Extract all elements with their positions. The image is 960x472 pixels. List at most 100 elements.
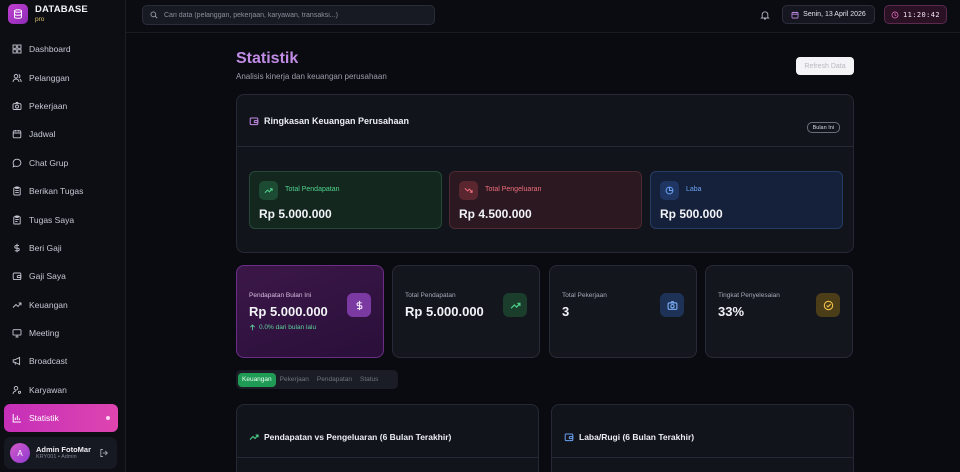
calendar-icon <box>12 130 22 139</box>
sidebar-item-pelanggan[interactable]: Pelanggan <box>0 63 126 91</box>
clipboard-icon <box>13 186 21 196</box>
income-card: Total Pendapatan Rp 5.000.000 <box>249 171 442 229</box>
wallet-icon <box>249 117 259 125</box>
sidebar-item-keuangan[interactable]: Keuangan <box>0 291 126 319</box>
brand[interactable]: DATABASE pro <box>8 3 88 25</box>
sidebar-item-label: Pelanggan <box>29 72 70 83</box>
user-cog-icon <box>12 385 22 394</box>
user-card[interactable]: A Admin FotoMar KRY001 • Admin <box>4 437 117 469</box>
profit-label: Laba <box>686 186 702 193</box>
tab-keuangan[interactable]: Keuangan <box>238 372 276 387</box>
sidebar-item-label: Pekerjaan <box>29 100 68 111</box>
sidebar-item-label: Dashboard <box>29 44 71 55</box>
sidebar-item-label: Keuangan <box>29 299 68 310</box>
date-display: Senin, 13 April 2026 <box>782 5 875 24</box>
sidebar-item-dashboard[interactable]: Dashboard <box>0 35 126 63</box>
user-role: KRY001 • Admin <box>36 454 77 461</box>
chart-title-text: Laba/Rugi (6 Bulan Terakhir) <box>579 432 695 442</box>
check-circle-icon <box>816 293 840 317</box>
date-text: Senin, 13 April 2026 <box>803 11 866 18</box>
tab-status[interactable]: Status <box>356 373 382 387</box>
sidebar-item-pekerjaan[interactable]: Pekerjaan <box>0 92 126 120</box>
users-icon <box>12 73 22 82</box>
income-value: Rp 5.000.000 <box>259 207 332 221</box>
trend-down-icon <box>459 181 478 200</box>
expense-value: Rp 4.500.000 <box>459 207 532 221</box>
completion-rate-card: Tingkat Penyelesaian 33% <box>705 265 853 358</box>
stats-tabs: Keuangan Pekerjaan Pendapatan Status <box>236 370 398 389</box>
total-jobs-card: Total Pekerjaan 3 <box>549 265 697 358</box>
sidebar-item-label: Meeting <box>29 328 60 339</box>
trend-up-icon <box>503 293 527 317</box>
wallet-icon <box>564 433 574 442</box>
growth-text: 0.0% dari bulan lalu <box>259 324 317 331</box>
total-jobs-label: Total Pekerjaan <box>562 292 607 299</box>
sidebar-item-chat-grup[interactable]: Chat Grup <box>0 149 126 177</box>
avatar: A <box>10 443 30 463</box>
total-income-label: Total Pendapatan <box>405 292 456 299</box>
brand-name: DATABASE <box>35 4 88 15</box>
expense-card: Total Pengeluaran Rp 4.500.000 <box>449 171 642 229</box>
sidebar-item-label: Beri Gaji <box>29 242 62 253</box>
sidebar-item-label: Broadcast <box>29 356 68 367</box>
sidebar-item-broadcast[interactable]: Broadcast <box>0 347 126 375</box>
search-box[interactable] <box>142 5 435 25</box>
sidebar-item-berikan-tugas[interactable]: Berikan Tugas <box>0 177 126 205</box>
bell-icon[interactable] <box>760 10 770 20</box>
chart-title-text: Pendapatan vs Pengeluaran (6 Bulan Terak… <box>264 432 452 442</box>
sidebar-nav: Dashboard Pelanggan Pekerjaan Jadwal Cha… <box>0 35 126 433</box>
profit-loss-chart-card: Laba/Rugi (6 Bulan Terakhir) <box>551 404 854 472</box>
chart-title: Laba/Rugi (6 Bulan Terakhir) <box>564 432 694 442</box>
chat-icon <box>12 158 22 168</box>
sidebar-item-meeting[interactable]: Meeting <box>0 319 126 347</box>
sidebar-item-karyawan[interactable]: Karyawan <box>0 376 126 404</box>
camera-icon <box>660 293 684 317</box>
total-income-value: Rp 5.000.000 <box>405 304 484 319</box>
logout-icon[interactable] <box>99 448 109 458</box>
divider <box>237 457 538 458</box>
sidebar-item-statistik[interactable]: Statistik <box>4 404 118 433</box>
monthly-income-growth: 0.0% dari bulan lalu <box>249 324 316 331</box>
tab-pekerjaan[interactable]: Pekerjaan <box>276 373 313 387</box>
camera-icon <box>12 102 22 110</box>
dollar-icon <box>347 293 371 317</box>
tab-pendapatan[interactable]: Pendapatan <box>313 373 356 387</box>
income-label: Total Pendapatan <box>285 186 340 193</box>
completion-value: 33% <box>718 304 745 319</box>
page-subtitle: Analisis kinerja dan keuangan perusahaan <box>236 72 387 81</box>
sidebar-item-label: Chat Grup <box>29 157 69 168</box>
trend-up-icon <box>259 181 278 200</box>
sidebar-item-label: Statistik <box>29 413 59 424</box>
sidebar-item-jadwal[interactable]: Jadwal <box>0 120 126 148</box>
page-title: Statistik <box>236 50 299 67</box>
clipboard-list-icon <box>13 215 21 224</box>
expense-label: Total Pengeluaran <box>485 186 542 193</box>
trend-icon <box>12 302 22 308</box>
sidebar-item-label: Karyawan <box>29 384 67 395</box>
refresh-button[interactable]: Refresh Data <box>796 57 854 75</box>
grid-icon <box>12 44 22 54</box>
brand-sub: pro <box>35 15 45 23</box>
income-expense-chart-card: Pendapatan vs Pengeluaran (6 Bulan Terak… <box>236 404 539 472</box>
period-badge: Bulan Ini <box>806 122 840 133</box>
topbar: Senin, 13 April 2026 11:20:42 <box>126 0 960 33</box>
calendar-icon <box>791 11 799 18</box>
completion-label: Tingkat Penyelesaian <box>718 292 780 299</box>
sidebar-item-label: Tugas Saya <box>29 214 75 225</box>
sidebar-item-beri-gaji[interactable]: Beri Gaji <box>0 234 126 262</box>
sidebar-item-gaji-saya[interactable]: Gaji Saya <box>0 262 126 290</box>
arrow-up-icon <box>249 324 256 331</box>
search-input[interactable] <box>164 11 424 19</box>
profit-card: Laba Rp 500.000 <box>650 171 843 229</box>
chart-title: Pendapatan vs Pengeluaran (6 Bulan Terak… <box>249 432 451 442</box>
wallet-icon <box>12 272 22 281</box>
user-name: Admin FotoMar <box>36 445 91 455</box>
sidebar-item-label: Jadwal <box>29 129 56 140</box>
monthly-income-card: Pendapatan Bulan Ini Rp 5.000.000 0.0% d… <box>236 265 384 358</box>
sidebar-item-label: Berikan Tugas <box>29 186 84 197</box>
sidebar-item-label: Gaji Saya <box>29 271 66 282</box>
bar-chart-icon <box>12 414 21 423</box>
summary-title: Ringkasan Keuangan Perusahaan <box>264 115 410 126</box>
video-icon <box>12 329 22 338</box>
sidebar-item-tugas-saya[interactable]: Tugas Saya <box>0 205 126 233</box>
